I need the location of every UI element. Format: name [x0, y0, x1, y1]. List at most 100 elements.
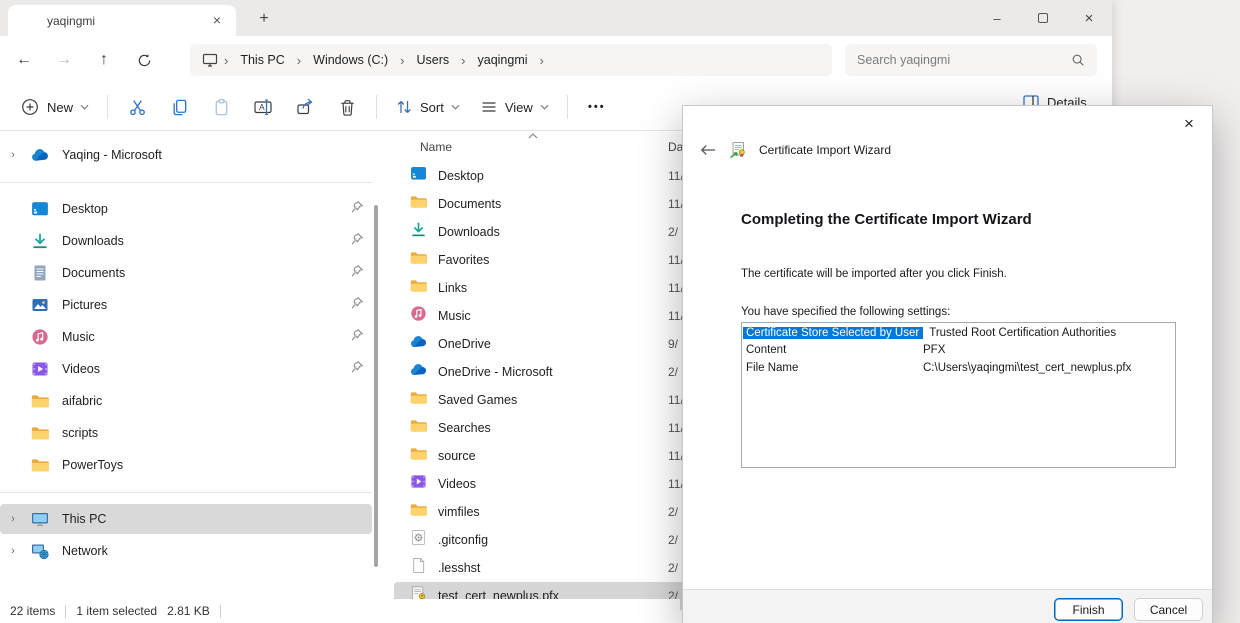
copy-button[interactable] — [158, 91, 200, 124]
setting-row[interactable]: Certificate Store Selected by UserTruste… — [743, 324, 1174, 342]
forward-button[interactable]: → — [44, 44, 84, 76]
breadcrumb-item-this-pc[interactable]: This PC — [232, 50, 292, 70]
selection-count: 1 item selected — [76, 604, 157, 618]
search-box[interactable]: Search yaqingmi — [845, 44, 1097, 76]
documents-icon — [30, 263, 50, 283]
file-row-desktop[interactable]: Desktop11/ — [394, 162, 690, 190]
expand-chevron-icon[interactable]: › — [0, 513, 26, 525]
thispc-icon — [30, 509, 50, 529]
sidebar-item-documents[interactable]: Documents — [0, 258, 372, 288]
rename-button[interactable]: A — [242, 90, 284, 124]
sidebar-item-videos[interactable]: Videos — [0, 354, 372, 384]
cut-icon — [128, 98, 147, 117]
sidebar-item-label: scripts — [62, 426, 372, 440]
breadcrumb-item-yaqingmi[interactable]: yaqingmi — [470, 50, 536, 70]
setting-row[interactable]: File NameC:\Users\yaqingmi\test_cert_new… — [743, 359, 1174, 377]
cancel-button[interactable]: Cancel — [1134, 598, 1203, 621]
toolbar-divider — [567, 95, 568, 119]
videos-icon — [30, 359, 50, 379]
folder-icon — [18, 11, 38, 31]
sidebar-item-label: Network — [62, 544, 372, 558]
setting-row[interactable]: ContentPFX — [743, 342, 1174, 360]
sidebar-item-aifabric[interactable]: aifabric — [0, 386, 372, 416]
file-row-favorites[interactable]: Favorites11/ — [394, 246, 690, 274]
desktop-icon — [410, 165, 427, 187]
file-row-saved-games[interactable]: Saved Games11/ — [394, 386, 690, 414]
setting-key: File Name — [743, 362, 923, 374]
paste-button[interactable] — [200, 91, 242, 124]
file-name: Saved Games — [438, 393, 517, 407]
maximize-button[interactable] — [1020, 3, 1066, 33]
view-button[interactable]: View — [470, 91, 559, 123]
file-row-vimfiles[interactable]: vimfiles2/ — [394, 498, 690, 526]
expand-chevron-icon[interactable]: › — [0, 545, 26, 557]
sidebar-item-music[interactable]: Music — [0, 322, 372, 352]
file-name: Music — [438, 309, 471, 323]
file-row-onedrive-microsoft[interactable]: OneDrive - Microsoft2/ — [394, 358, 690, 386]
file-row-downloads[interactable]: Downloads2/ — [394, 218, 690, 246]
sidebar-item-network[interactable]: › Network — [0, 536, 372, 566]
search-input[interactable]: Search yaqingmi — [857, 53, 1071, 67]
new-tab-button[interactable]: + — [252, 8, 276, 32]
file-row--gitconfig[interactable]: .gitconfig2/ — [394, 526, 690, 554]
file-name: OneDrive — [438, 337, 491, 351]
tab-close-icon[interactable]: × — [208, 12, 226, 30]
sidebar-item-yaqing-microsoft[interactable]: ›Yaqing - Microsoft — [0, 140, 372, 170]
pin-icon — [351, 200, 363, 218]
cut-button[interactable] — [116, 91, 158, 124]
back-button[interactable]: ← — [4, 44, 44, 76]
share-button[interactable] — [284, 90, 326, 124]
pin-icon — [342, 264, 372, 282]
close-button[interactable]: × — [1066, 3, 1112, 33]
sidebar-item-desktop[interactable]: Desktop — [0, 194, 372, 224]
file-name: vimfiles — [438, 505, 480, 519]
new-button[interactable]: New — [10, 90, 99, 124]
breadcrumb-item-users[interactable]: Users — [409, 50, 458, 70]
finish-button[interactable]: Finish — [1054, 598, 1123, 621]
sidebar-item-downloads[interactable]: Downloads — [0, 226, 372, 256]
pin-icon — [351, 232, 363, 250]
file-row-documents[interactable]: Documents11/ — [394, 190, 690, 218]
sidebar-item-pictures[interactable]: Pictures — [0, 290, 372, 320]
file-row-onedrive[interactable]: OneDrive9/ — [394, 330, 690, 358]
file-row-source[interactable]: source11/ — [394, 442, 690, 470]
sidebar-item-this-pc[interactable]: ›This PC — [0, 504, 372, 534]
up-button[interactable]: ↑ — [84, 44, 124, 76]
file-row-videos[interactable]: Videos11/ — [394, 470, 690, 498]
delete-button[interactable] — [326, 91, 368, 124]
explorer-tab-yaqingmi[interactable]: yaqingmi × — [8, 5, 236, 36]
file-row-music[interactable]: Music11/ — [394, 302, 690, 330]
rename-icon: A — [253, 97, 273, 117]
file-row-links[interactable]: Links11/ — [394, 274, 690, 302]
file-row-searches[interactable]: Searches11/ — [394, 414, 690, 442]
share-icon — [295, 97, 315, 117]
sort-button[interactable]: Sort — [385, 91, 470, 123]
expand-chevron-icon[interactable]: › — [0, 149, 26, 161]
minimize-button[interactable]: – — [974, 3, 1020, 33]
file-date-modified: 2/ — [668, 533, 678, 547]
file-name: Searches — [438, 421, 491, 435]
sidebar-scrollbar[interactable] — [374, 205, 378, 567]
view-button-label: View — [505, 100, 533, 115]
onedrive-icon — [30, 145, 50, 165]
chevron-down-icon — [80, 104, 89, 110]
sidebar-item-scripts[interactable]: scripts — [0, 418, 372, 448]
chevron-down-icon — [540, 104, 549, 110]
pictures-icon — [30, 295, 50, 315]
sidebar-item-powertoys[interactable]: PowerToys — [0, 450, 372, 480]
breadcrumb: › This PC›Windows (C:)›Users›yaqingmi› — [190, 44, 832, 76]
settings-table[interactable]: Certificate Store Selected by UserTruste… — [741, 322, 1176, 468]
more-options-button[interactable]: ••• — [576, 94, 618, 120]
breadcrumb-item-windows-c-[interactable]: Windows (C:) — [305, 50, 396, 70]
pin-icon — [342, 360, 372, 378]
dialog-back-button[interactable] — [695, 138, 721, 162]
file-row--lesshst[interactable]: .lesshst2/ — [394, 554, 690, 582]
name-column-header[interactable]: Name — [420, 140, 452, 154]
svg-text:A: A — [259, 102, 265, 112]
dialog-close-button[interactable]: × — [1176, 112, 1202, 136]
delete-icon — [338, 98, 357, 117]
refresh-button[interactable] — [124, 44, 164, 76]
paste-icon — [212, 98, 231, 117]
this-pc-icon[interactable] — [200, 50, 220, 70]
ellipsis-icon: ••• — [588, 101, 606, 113]
